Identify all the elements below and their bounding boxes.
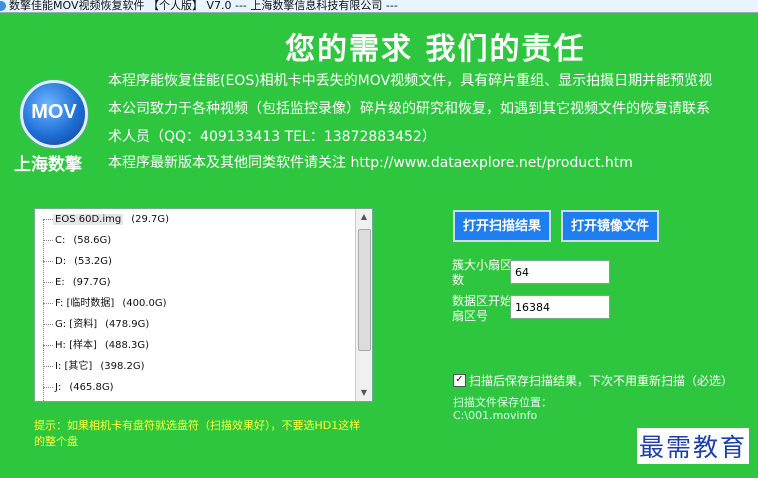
watermark: 最需教育 — [637, 428, 750, 464]
app-icon — [0, 1, 6, 11]
drive-size: (488.3G) — [104, 340, 150, 351]
drive-size: (53.2G) — [74, 256, 112, 267]
scroll-up-icon[interactable]: ▲ — [356, 209, 372, 225]
drive-label: H: [样本] — [55, 340, 97, 351]
save-scan-checkbox[interactable]: ✓ — [453, 374, 466, 387]
tree-connector — [43, 261, 53, 262]
drive-label: G: [资料] — [55, 319, 98, 330]
drive-size: (400.0G) — [122, 298, 167, 309]
drive-tree[interactable]: EOS 60D.img (29.7G) C: (58.6G) D: (53.2G) E: (9… — [34, 208, 373, 402]
tree-connector — [43, 219, 53, 220]
drive-list: EOS 60D.img (29.7G) C: (58.6G) D: (53.2G) E: (9… — [35, 209, 355, 398]
save-location: 扫描文件保存位置： C:\001.movinfo — [453, 396, 552, 422]
tree-connector — [43, 282, 53, 283]
tree-connector — [43, 366, 53, 367]
tree-connector — [43, 240, 53, 241]
drive-size: (465.8G) — [69, 382, 114, 393]
info-line-2: 本公司致力于各种视频（包括监控录像）碎片级的研究和恢复，如遇到其它视频文件的恢复… — [108, 101, 710, 117]
info-line-4: 本程序最新版本及其他同类软件请关注 http://www.dataexplore… — [108, 155, 633, 171]
drive-item[interactable]: E: (97.7G) — [35, 272, 355, 293]
drive-label: EOS 60D.img — [53, 214, 124, 225]
start-sector-label: 数据区开始扇区号 — [452, 294, 513, 323]
window-title: 数擎佳能MOV视频恢复软件 【个人版】 V7.0 --- 上海数擎信息科技有限公… — [9, 0, 398, 12]
drive-item[interactable]: I: [其它] (398.2G) — [35, 356, 355, 377]
tree-connector — [43, 303, 53, 304]
drive-size: (29.7G) — [131, 214, 170, 225]
drive-label: E: — [55, 277, 65, 288]
info-line-3: 术人员（QQ：409133413 TEL：13872883452） — [108, 129, 436, 145]
drive-item[interactable]: EOS 60D.img (29.7G) — [35, 209, 355, 230]
mov-logo-icon: MOV — [20, 80, 88, 148]
drive-label: F: [临时数据] — [55, 298, 115, 309]
start-sector-input[interactable] — [510, 295, 610, 319]
slogan: 您的需求 我们的责任 — [285, 32, 586, 67]
hint-text: 提示：如果相机卡有盘符就选盘符（扫描效果好），不要选HD1这样的整个盘 — [34, 419, 361, 448]
drive-item[interactable]: G: [资料] (478.9G) — [35, 314, 355, 335]
scroll-thumb[interactable] — [358, 229, 371, 351]
cluster-size-input[interactable] — [510, 260, 610, 284]
info-line-1: 本程序能恢复佳能(EOS)相机卡中丢失的MOV视频文件，具有碎片重组、显示拍摄日… — [108, 73, 713, 89]
drive-size: (478.9G) — [105, 319, 150, 330]
drive-label: J: — [55, 382, 62, 393]
drive-label: C: — [55, 235, 66, 246]
save-location-value: C:\001.movinfo — [453, 409, 538, 422]
save-scan-label: 扫描后保存扫描结果，下次不用重新扫描（必选） — [469, 374, 734, 388]
scroll-down-icon[interactable]: ▼ — [356, 385, 372, 401]
drive-item[interactable]: D: (53.2G) — [35, 251, 355, 272]
tree-connector — [43, 324, 53, 325]
drive-item[interactable]: J: (465.8G) — [35, 377, 355, 398]
drive-item[interactable]: H: [样本] (488.3G) — [35, 335, 355, 356]
open-scan-result-button[interactable]: 打开扫描结果 — [453, 210, 551, 242]
drive-item[interactable]: C: (58.6G) — [35, 230, 355, 251]
tree-connector — [43, 387, 53, 388]
company-name: 上海数擎 — [14, 155, 82, 175]
title-bar: 数擎佳能MOV视频恢复软件 【个人版】 V7.0 --- 上海数擎信息科技有限公… — [0, 0, 758, 13]
drive-size: (97.7G) — [72, 277, 111, 288]
save-location-label: 扫描文件保存位置： — [453, 396, 552, 409]
cluster-size-label: 簇大小扇区数 — [452, 258, 513, 287]
drive-size: (58.6G) — [73, 235, 112, 246]
logo-text: MOV — [31, 101, 77, 123]
tree-connector — [43, 345, 53, 346]
open-image-file-button[interactable]: 打开镜像文件 — [561, 210, 659, 242]
drive-label: D: — [55, 256, 67, 267]
tree-scrollbar[interactable]: ▲ ▼ — [355, 209, 372, 401]
drive-size: (398.2G) — [100, 361, 145, 372]
drive-label: I: [其它] — [55, 361, 93, 372]
drive-item[interactable]: F: [临时数据] (400.0G) — [35, 293, 355, 314]
